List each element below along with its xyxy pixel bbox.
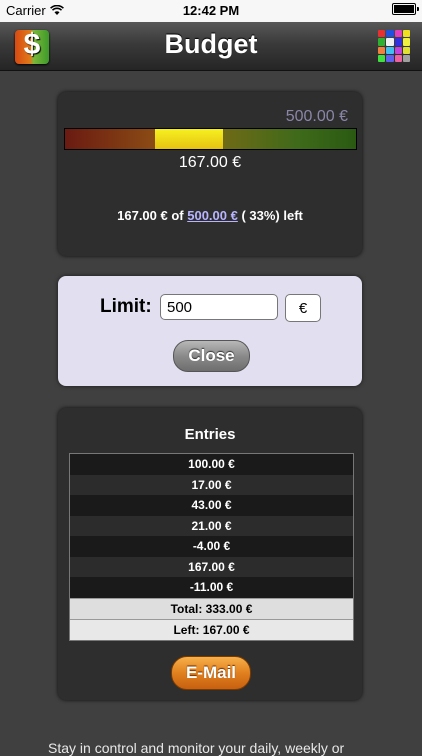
entries-title: Entries [184, 426, 236, 443]
entries-panel: Entries 100.00 € 17.00 € 43.00 € 21.00 €… [58, 408, 362, 700]
entries-table: 100.00 € 17.00 € 43.00 € 21.00 € -4.00 €… [69, 453, 354, 641]
grid-swatch [402, 38, 410, 46]
limit-panel: Limit: € Close [58, 276, 362, 386]
clock: 12:42 PM [182, 3, 240, 18]
limit-label: Limit: [100, 296, 152, 317]
progress-marker [155, 129, 224, 149]
total-row: Total: 333.00 € [70, 597, 353, 619]
entry-row[interactable]: 21.00 € [70, 515, 353, 536]
grid-swatch [378, 38, 386, 46]
left-row: Left: 167.00 € [70, 618, 353, 640]
entry-row[interactable]: -11.00 € [70, 577, 353, 598]
status-bar: Carrier 12:42 PM [0, 0, 422, 22]
grid-swatch [394, 30, 402, 38]
limit-link[interactable]: 500.00 € [187, 208, 238, 223]
grid-swatch [394, 38, 402, 46]
currency-button[interactable]: € [285, 294, 321, 322]
close-button[interactable]: Close [173, 340, 250, 372]
grid-swatch [378, 30, 386, 38]
summary-suffix: ( 33%) left [237, 208, 303, 223]
grid-swatch [394, 46, 402, 54]
email-button[interactable]: E-Mail [171, 656, 251, 690]
nav-bar: $ Budget [0, 22, 422, 71]
page-title: Budget [164, 29, 258, 59]
grid-swatch [402, 46, 410, 54]
entry-row[interactable]: 100.00 € [70, 454, 353, 475]
grid-swatch [378, 46, 386, 54]
color-grid-icon[interactable] [378, 30, 410, 62]
limit-input[interactable] [160, 294, 278, 320]
summary-prefix: 167.00 € of [117, 208, 188, 223]
grid-swatch [402, 54, 410, 62]
budget-progress-bar [64, 128, 357, 150]
battery-icon [392, 3, 419, 15]
entry-row[interactable]: 167.00 € [70, 556, 353, 577]
grid-swatch [386, 46, 394, 54]
footer-description: Stay in control and monitor your daily, … [48, 740, 345, 756]
grid-swatch [386, 30, 394, 38]
entry-row[interactable]: 17.00 € [70, 474, 353, 495]
budget-summary: 167.00 € of 500.00 € ( 33%) left [58, 208, 362, 223]
grid-swatch [386, 54, 394, 62]
budget-max-label: 500.00 € [285, 108, 348, 125]
grid-swatch [386, 38, 394, 46]
entry-row[interactable]: -4.00 € [70, 536, 353, 557]
grid-swatch [394, 54, 402, 62]
grid-swatch [378, 54, 386, 62]
entry-row[interactable]: 43.00 € [70, 495, 353, 516]
spent-label: 167.00 € [178, 154, 242, 171]
budget-panel: 500.00 € 167.00 € 167.00 € of 500.00 € (… [58, 92, 362, 256]
grid-swatch [402, 30, 410, 38]
